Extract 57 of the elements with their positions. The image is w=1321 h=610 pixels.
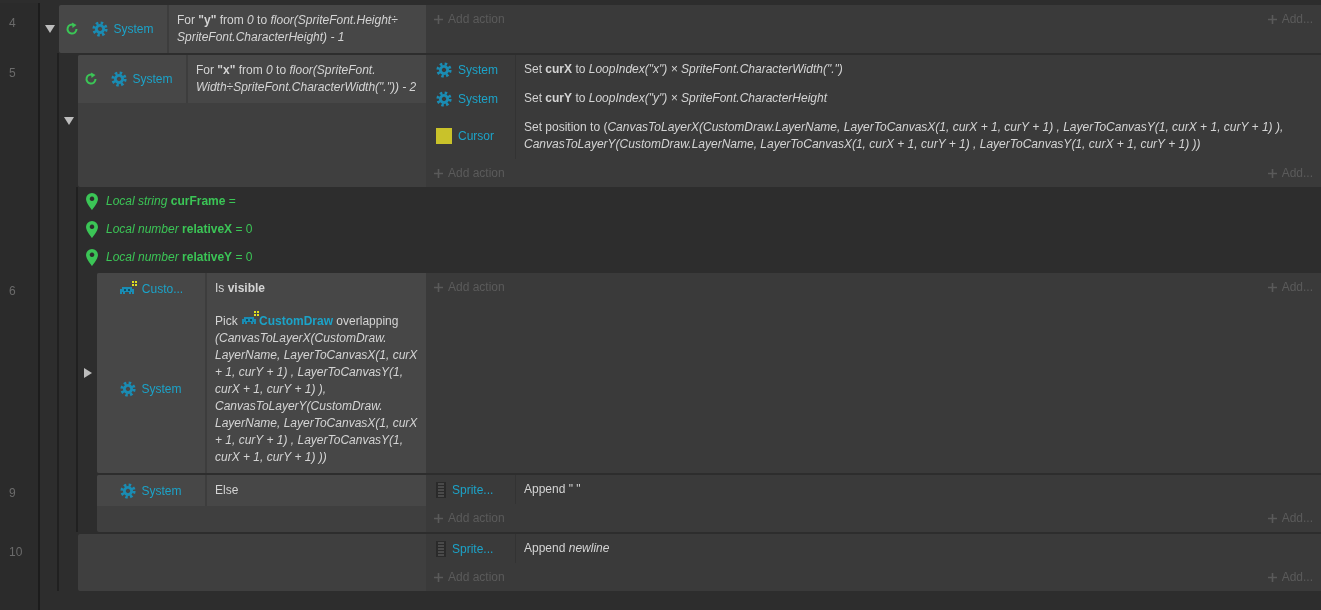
line-number: 10 <box>9 545 23 559</box>
object-name[interactable]: System <box>113 20 154 38</box>
condition-text[interactable]: For "x" from 0 to floor(SpriteFont. Width÷SpriteFont.CharacterWidth(".")) - 2 <box>188 55 426 103</box>
expand-triangle-icon[interactable] <box>83 368 92 378</box>
font-grid-icon <box>436 540 446 557</box>
map-pin-icon <box>86 248 98 266</box>
plus-icon <box>1267 513 1277 523</box>
action-text[interactable]: Set curX to LoopIndex("x") × SpriteFont.CharacterWidth(".") <box>516 55 1321 84</box>
action-text[interactable]: Set curY to LoopIndex("y") × SpriteFont.CharacterHeight <box>516 84 1321 113</box>
plus-icon <box>434 572 443 582</box>
plus-icon <box>1267 282 1277 292</box>
action-text[interactable]: Append " " <box>516 475 1321 504</box>
map-pin-icon <box>86 220 98 238</box>
loop-arrow-icon <box>66 22 78 35</box>
object-name[interactable]: System <box>141 481 182 500</box>
condition-text[interactable]: Pick CustomDraw overlapping (CanvasToLayerX(CustomDraw. LayerName, LayerToCanvasX(1, curX + 1, curY + 1) , LayerToCanvasY(1, curX + 1, curY + 1) ), CanvasToLayerY(CustomDraw. LayerName, LayerToCanvasX(1, curX + 1, curY + 1) , LayerToCanvasY(1, curX + 1, curY + 1) )) <box>207 304 426 473</box>
object-name[interactable]: Sprite... <box>452 480 494 499</box>
object-name[interactable]: System <box>132 70 173 88</box>
plus-icon <box>434 282 443 292</box>
condition-text[interactable]: For "y" from 0 to floor(SpriteFont.Height÷ SpriteFont.CharacterHeight) - 1 <box>169 5 426 53</box>
line-number: 9 <box>9 486 16 500</box>
font-grid-icon <box>436 481 446 498</box>
action-text[interactable]: Set position to (CanvasToLayerX(CustomDraw.LayerName, LayerToCanvasX(1, curX + 1, curY + 1) , LayerToCanvasY(1, curX + 1, curY + 1) ), CanvasToLayerY(CustomDraw.LayerName, LayerToCanvasX(1, curX + 1, curY + 1) , LayerToCanvasY(1, curX + 1, curY + 1) )) <box>516 113 1321 159</box>
gear-icon <box>436 90 452 107</box>
local-variable[interactable]: Local string curFrame = <box>106 192 236 210</box>
plus-icon <box>434 14 443 24</box>
collapse-triangle-icon[interactable] <box>44 25 55 33</box>
gear-icon <box>92 21 109 37</box>
object-name[interactable]: Custo... <box>141 279 184 298</box>
plus-icon <box>434 168 443 178</box>
condition-text[interactable]: Is visible <box>207 273 426 304</box>
action-text[interactable]: Append newline <box>516 534 1321 563</box>
line-number: 4 <box>9 16 16 30</box>
gear-icon <box>120 482 137 499</box>
invader-icon <box>242 311 259 324</box>
loop-arrow-icon <box>85 72 97 85</box>
square-icon <box>436 128 452 144</box>
plus-icon <box>1267 572 1277 582</box>
object-name[interactable]: System <box>458 89 498 108</box>
local-variable[interactable]: Local number relativeX = 0 <box>106 220 253 238</box>
object-name[interactable]: Cursor <box>458 127 494 145</box>
plus-icon <box>1267 14 1277 24</box>
object-name[interactable]: Sprite... <box>452 539 494 558</box>
gear-icon <box>111 71 128 87</box>
local-variable[interactable]: Local number relativeY = 0 <box>106 248 253 266</box>
collapse-triangle-icon[interactable] <box>63 117 74 125</box>
invader-icon <box>119 280 137 294</box>
object-name[interactable]: System <box>458 60 498 79</box>
gear-icon <box>436 61 452 78</box>
map-pin-icon <box>86 192 98 210</box>
line-number: 6 <box>9 284 16 298</box>
plus-icon <box>434 513 443 523</box>
gear-icon <box>120 380 137 397</box>
condition-text[interactable]: Else <box>207 475 426 506</box>
plus-icon <box>1267 168 1277 178</box>
object-name[interactable]: System <box>141 379 182 398</box>
line-number: 5 <box>9 66 16 80</box>
